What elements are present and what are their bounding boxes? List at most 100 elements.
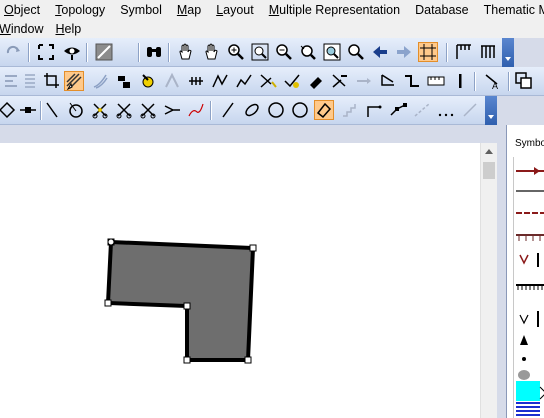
toggle-icon[interactable]: [94, 42, 114, 62]
snap-icon[interactable]: [138, 71, 158, 91]
split-icon[interactable]: [210, 71, 230, 91]
symbol-line-arrow[interactable]: [516, 161, 544, 181]
pan-hand-icon[interactable]: [176, 42, 196, 62]
grid-icon[interactable]: [418, 42, 438, 62]
vertex-diamond-icon[interactable]: [0, 100, 17, 120]
hatch-icon[interactable]: [64, 71, 84, 91]
zoom-selection-icon[interactable]: [322, 42, 342, 62]
line-icon[interactable]: [218, 100, 238, 120]
circle-select-icon[interactable]: [66, 100, 86, 120]
vertex-handle[interactable]: [183, 302, 191, 310]
menu-help[interactable]: Help: [55, 22, 81, 36]
symbol-line-black-ticks[interactable]: [516, 277, 544, 297]
vertex-handle[interactable]: [249, 244, 257, 252]
menu-layout[interactable]: Layout: [216, 3, 254, 17]
menu-object[interactable]: Object: [4, 3, 40, 17]
copy-icon[interactable]: [514, 71, 534, 91]
l-shaped-polygon[interactable]: [105, 239, 256, 362]
symbol-v-mark[interactable]: [516, 249, 544, 269]
symbol-line-plain[interactable]: [516, 181, 544, 201]
symbol-panel-tab[interactable]: Symbo: [515, 138, 544, 149]
vertex-handle[interactable]: [104, 299, 112, 307]
menu-map[interactable]: Map: [177, 3, 201, 17]
zoom-out-icon[interactable]: [274, 42, 294, 62]
freehand-icon[interactable]: [186, 100, 206, 120]
arrange-icon[interactable]: [378, 71, 398, 91]
ellipse-icon[interactable]: [242, 100, 262, 120]
branch-icon[interactable]: [162, 100, 182, 120]
vertex-handle[interactable]: [244, 356, 252, 364]
canvas-vertical-scrollbar[interactable]: [480, 143, 497, 418]
symbol-line-brown-dots[interactable]: [516, 225, 544, 245]
back-arrow-icon[interactable]: [370, 42, 390, 62]
delete-icon[interactable]: [306, 71, 326, 91]
symbol-list: [513, 157, 544, 418]
menu-window[interactable]: Window: [0, 22, 43, 36]
parallel-lines-icon[interactable]: [90, 71, 110, 91]
panel-splitter[interactable]: [497, 125, 506, 418]
zoom-in-icon[interactable]: [226, 42, 246, 62]
cut-icon[interactable]: [258, 71, 278, 91]
node-line-icon[interactable]: [388, 100, 408, 120]
redo-icon[interactable]: [4, 42, 24, 62]
select-rect-icon[interactable]: [36, 42, 56, 62]
eye-icon[interactable]: [62, 42, 82, 62]
fill-bucket-icon[interactable]: [114, 71, 134, 91]
scroll-up-arrow-icon[interactable]: [485, 149, 493, 154]
symbol-v-small[interactable]: [516, 309, 544, 329]
menu-symbol[interactable]: Symbol: [120, 3, 162, 17]
menu-multiple-representation[interactable]: Multiple Representation: [269, 3, 400, 17]
menu-database[interactable]: Database: [415, 3, 469, 17]
polygon-icon[interactable]: [314, 100, 334, 120]
node-edit-icon[interactable]: [162, 71, 182, 91]
info-icon[interactable]: [426, 71, 446, 91]
hand-icon[interactable]: [202, 42, 222, 62]
symbol-cyan-fill[interactable]: [516, 381, 544, 401]
zoom-extent-icon[interactable]: [250, 42, 270, 62]
check-icon[interactable]: [282, 71, 302, 91]
menu-topology[interactable]: Topology: [55, 3, 105, 17]
dots-icon[interactable]: [436, 100, 456, 120]
scale-icon[interactable]: [402, 71, 422, 91]
scroll-thumb[interactable]: [483, 162, 495, 179]
toolbar-options-handle[interactable]: [502, 38, 514, 67]
toolbar-draw: [0, 96, 497, 125]
symbol-line-dashed-red[interactable]: [516, 203, 544, 223]
zoom-window-icon[interactable]: [346, 42, 366, 62]
vertex-icon[interactable]: [186, 71, 206, 91]
crop-icon[interactable]: [42, 71, 62, 91]
text-icon[interactable]: A: [482, 71, 502, 91]
arrow-select-icon[interactable]: [42, 100, 62, 120]
text-cursor-icon[interactable]: [450, 71, 470, 91]
menu-row-2: Window Help: [0, 19, 544, 38]
map-canvas[interactable]: [0, 143, 480, 418]
align-icon[interactable]: [2, 71, 22, 91]
menu-thematic-map[interactable]: Thematic Map: [484, 3, 544, 17]
segment-icon[interactable]: [18, 100, 38, 120]
polyline-icon[interactable]: [364, 100, 384, 120]
menu-bar: Object Topology Symbol Map Layout Multip…: [0, 0, 544, 38]
slash-icon[interactable]: [460, 100, 480, 120]
extend-icon[interactable]: [354, 71, 374, 91]
dashed-line-icon[interactable]: [412, 100, 432, 120]
binoculars-icon[interactable]: [144, 42, 164, 62]
toolbar-options-handle-2[interactable]: [485, 96, 497, 125]
trim-icon[interactable]: [330, 71, 350, 91]
rotate-handle-icon[interactable]: [107, 238, 115, 246]
scissors3-icon[interactable]: [138, 100, 158, 120]
line-edit-icon[interactable]: [234, 71, 254, 91]
scissors2-icon[interactable]: [114, 100, 134, 120]
symbol-blue-stripes[interactable]: [516, 401, 544, 418]
distribute-icon[interactable]: [20, 71, 40, 91]
scissors-icon[interactable]: [90, 100, 110, 120]
measure-icon[interactable]: [454, 42, 474, 62]
vertex-handle[interactable]: [183, 356, 191, 364]
step-line-icon[interactable]: [340, 100, 360, 120]
ruler-icon[interactable]: [478, 42, 498, 62]
symbol-triangle-marker[interactable]: [516, 331, 544, 351]
blank-tool-icon[interactable]: [118, 42, 138, 62]
forward-arrow-icon[interactable]: [394, 42, 414, 62]
rectangle-icon[interactable]: [290, 100, 310, 120]
zoom-previous-icon[interactable]: [298, 42, 318, 62]
circle-icon[interactable]: [266, 100, 286, 120]
